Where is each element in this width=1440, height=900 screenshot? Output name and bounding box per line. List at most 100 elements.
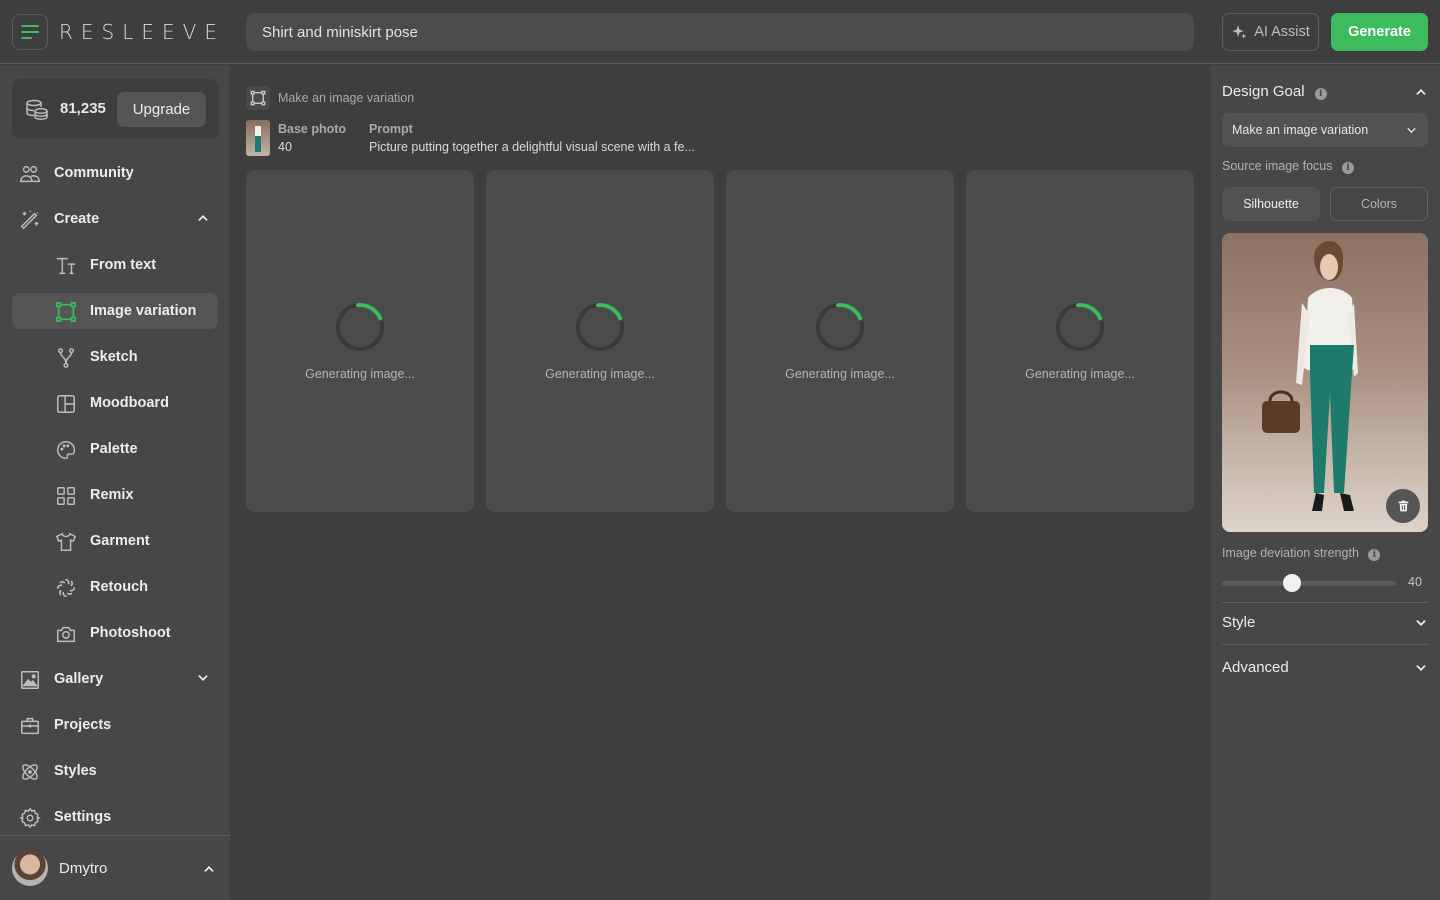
result-card: Generating image... [246, 170, 474, 512]
sidebar-item-label: Moodboard [90, 395, 169, 411]
sidebar-item-label: Image variation [90, 303, 197, 319]
avatar [12, 850, 48, 886]
chevron-up-icon[interactable] [1414, 85, 1428, 99]
settings-panel: Design Goal i Make an image variation So… [1210, 65, 1440, 900]
sidebar-item-label: Sketch [90, 349, 138, 365]
sketch-icon [54, 346, 78, 370]
chevron-up-icon [204, 866, 214, 872]
deviation-slider-track[interactable] [1222, 581, 1396, 586]
sidebar-item-sketch[interactable]: Sketch [12, 339, 218, 375]
trash-icon [1398, 500, 1408, 512]
sidebar-item-label: Palette [90, 441, 138, 457]
base-photo-thumbnail [246, 120, 270, 156]
sidebar-item-label: Gallery [54, 671, 104, 687]
sidebar-item-label: Garment [90, 533, 150, 549]
sidebar-item-label: Retouch [90, 579, 148, 595]
info-icon[interactable]: i [1368, 549, 1381, 561]
sidebar-item-photoshoot[interactable]: Photoshoot [12, 615, 218, 651]
magic-wand-icon [18, 208, 42, 232]
sidebar: 81,235 Upgrade Community Create From tex… [0, 65, 230, 900]
generate-button[interactable]: Generate [1331, 13, 1428, 51]
base-photo-value: 40 [278, 140, 292, 154]
community-icon [18, 162, 42, 186]
sidebar-item-create[interactable]: Create [12, 201, 218, 237]
generating-status: Generating image... [785, 367, 895, 381]
info-icon[interactable]: i [1314, 88, 1327, 100]
base-photo-label: Base photo [278, 122, 347, 136]
model-figure [1262, 241, 1358, 511]
sidebar-item-garment[interactable]: Garment [12, 523, 218, 559]
sidebar-item-gallery[interactable]: Gallery [12, 661, 218, 697]
credits-amount: 81,235 [60, 100, 106, 117]
sidebar-item-label: Create [54, 211, 100, 227]
sidebar-item-retouch[interactable]: Retouch [12, 569, 218, 605]
top-bar: RESLEEVE Shirt and miniskirt pose AI Ass… [0, 0, 1440, 64]
chevron-down-icon [1407, 127, 1416, 134]
focus-option-colors[interactable]: Colors [1330, 187, 1428, 221]
briefcase-icon [18, 714, 42, 738]
chevron-down-icon[interactable] [1414, 616, 1428, 630]
source-focus-label-row: Source image focus i [1222, 159, 1354, 174]
deviation-label-row: Image deviation strength i [1222, 546, 1381, 561]
moodboard-icon [54, 392, 78, 416]
chevron-up-icon [198, 215, 208, 221]
design-goal-title: Design Goal [1222, 83, 1305, 100]
advanced-section-toggle[interactable]: Advanced [1222, 659, 1289, 676]
sidebar-item-styles[interactable]: Styles [12, 753, 218, 789]
result-card: Generating image... [486, 170, 714, 512]
generation-goal-label: Make an image variation [278, 91, 415, 105]
menu-button[interactable] [12, 14, 48, 50]
sidebar-item-moodboard[interactable]: Moodboard [12, 385, 218, 421]
sidebar-item-image-variation[interactable]: Image variation [12, 293, 218, 329]
remix-icon [54, 484, 78, 508]
upgrade-button[interactable]: Upgrade [117, 92, 206, 127]
design-goal-value: Make an image variation [1232, 123, 1369, 137]
sidebar-item-community[interactable]: Community [12, 155, 218, 191]
sidebar-item-label: Styles [54, 763, 97, 779]
sparkle-icon [1232, 24, 1247, 39]
generating-status: Generating image... [305, 367, 415, 381]
loading-spinner-icon [1056, 303, 1104, 351]
ai-assist-label: AI Assist [1254, 24, 1310, 40]
focus-option-silhouette[interactable]: Silhouette [1222, 187, 1320, 221]
deviation-label: Image deviation strength [1222, 546, 1359, 560]
sidebar-item-label: Photoshoot [90, 625, 171, 641]
sidebar-item-label: Settings [54, 809, 112, 825]
palette-icon [54, 438, 78, 462]
ai-assist-button[interactable]: AI Assist [1222, 13, 1319, 51]
sidebar-item-from-text[interactable]: From text [12, 247, 218, 283]
image-variation-icon [246, 86, 270, 110]
main-content: Make an image variation Base photo 40 Pr… [230, 65, 1210, 900]
menu-icon-line [21, 25, 39, 27]
sidebar-item-palette[interactable]: Palette [12, 431, 218, 467]
user-menu[interactable]: Dmytro [0, 835, 230, 900]
deviation-value: 40 [1408, 575, 1422, 589]
coins-icon [26, 99, 48, 120]
sidebar-item-projects[interactable]: Projects [12, 707, 218, 743]
sidebar-item-label: From text [90, 257, 157, 273]
design-goal-select[interactable]: Make an image variation [1222, 113, 1428, 147]
sidebar-item-label: Remix [90, 487, 134, 503]
sidebar-item-remix[interactable]: Remix [12, 477, 218, 513]
menu-icon-line [21, 37, 32, 39]
result-card: Generating image... [726, 170, 954, 512]
deviation-slider-thumb[interactable] [1282, 574, 1301, 592]
sidebar-item-label: Projects [54, 717, 112, 733]
source-image [1222, 233, 1428, 532]
style-section-toggle[interactable]: Style [1222, 614, 1255, 631]
loading-spinner-icon [576, 303, 624, 351]
user-name: Dmytro [59, 860, 108, 877]
garment-icon [54, 530, 78, 554]
design-goal-header[interactable]: Design Goal i [1222, 83, 1327, 100]
divider [1222, 644, 1428, 645]
sidebar-item-label: Community [54, 165, 134, 181]
sidebar-item-settings[interactable]: Settings [12, 799, 218, 835]
chevron-down-icon[interactable] [1414, 661, 1428, 675]
image-variation-icon [54, 300, 78, 324]
info-icon[interactable]: i [1341, 162, 1354, 174]
prompt-input[interactable]: Shirt and miniskirt pose [246, 13, 1194, 51]
credits-panel: 81,235 Upgrade [12, 79, 218, 139]
prompt-text: Picture putting together a delightful vi… [369, 140, 695, 154]
delete-image-button[interactable] [1386, 489, 1420, 523]
camera-icon [54, 622, 78, 646]
